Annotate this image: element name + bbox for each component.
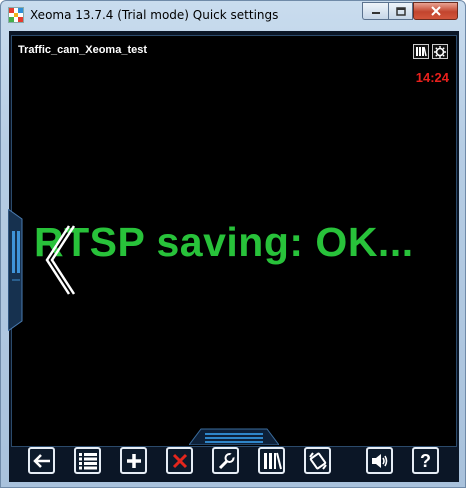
wrench-icon: [218, 452, 235, 469]
archive-mini-button[interactable]: [413, 44, 429, 59]
delete-button[interactable]: [166, 447, 193, 474]
delete-icon: [172, 453, 187, 468]
title-bar[interactable]: Xeoma 13.7.4 (Trial mode) Quick settings: [1, 1, 465, 31]
help-button[interactable]: ?: [412, 447, 439, 474]
help-icon: ?: [420, 450, 431, 471]
camera-timestamp: 14:24: [415, 70, 449, 85]
close-button[interactable]: [413, 2, 458, 20]
status-overlay-text: RTSP saving: OK...: [34, 219, 414, 265]
maximize-button[interactable]: [388, 2, 413, 20]
window-title: Xeoma 13.7.4 (Trial mode) Quick settings: [30, 8, 279, 22]
ptz-button[interactable]: [304, 447, 331, 474]
archive-mini-icon: [416, 46, 427, 57]
xeoma-app-icon: [8, 7, 24, 23]
bottom-toolbar: ?: [9, 443, 459, 482]
minimize-icon: [371, 12, 380, 14]
settings-button[interactable]: [212, 447, 239, 474]
ptz-icon: [308, 451, 327, 470]
camera-list-button[interactable]: [74, 447, 101, 474]
gear-icon: [434, 45, 446, 58]
quick-settings-panel: Traffic_cam_Xeoma_test 14:24 RTSP saving…: [8, 31, 459, 482]
maximize-icon: [395, 6, 406, 16]
sound-icon: [371, 453, 387, 468]
camera-name: Traffic_cam_Xeoma_test: [18, 44, 148, 56]
list-icon: [78, 452, 97, 469]
close-icon: [430, 6, 441, 16]
minimize-button[interactable]: [362, 2, 388, 20]
settings-mini-button[interactable]: [432, 44, 448, 59]
app-window: Xeoma 13.7.4 (Trial mode) Quick settings…: [0, 0, 466, 488]
back-button[interactable]: [28, 447, 55, 474]
archive-icon: [263, 452, 282, 469]
back-arrow-icon: [32, 453, 50, 468]
add-button[interactable]: [120, 447, 147, 474]
side-panel-tab[interactable]: [8, 209, 32, 331]
add-icon: [126, 453, 141, 468]
previous-camera-arrow-icon[interactable]: [39, 224, 75, 296]
archive-button[interactable]: [258, 447, 285, 474]
sound-button[interactable]: [366, 447, 393, 474]
camera-preview[interactable]: Traffic_cam_Xeoma_test 14:24 RTSP saving…: [11, 35, 457, 447]
toolbar-notch: [189, 428, 279, 445]
